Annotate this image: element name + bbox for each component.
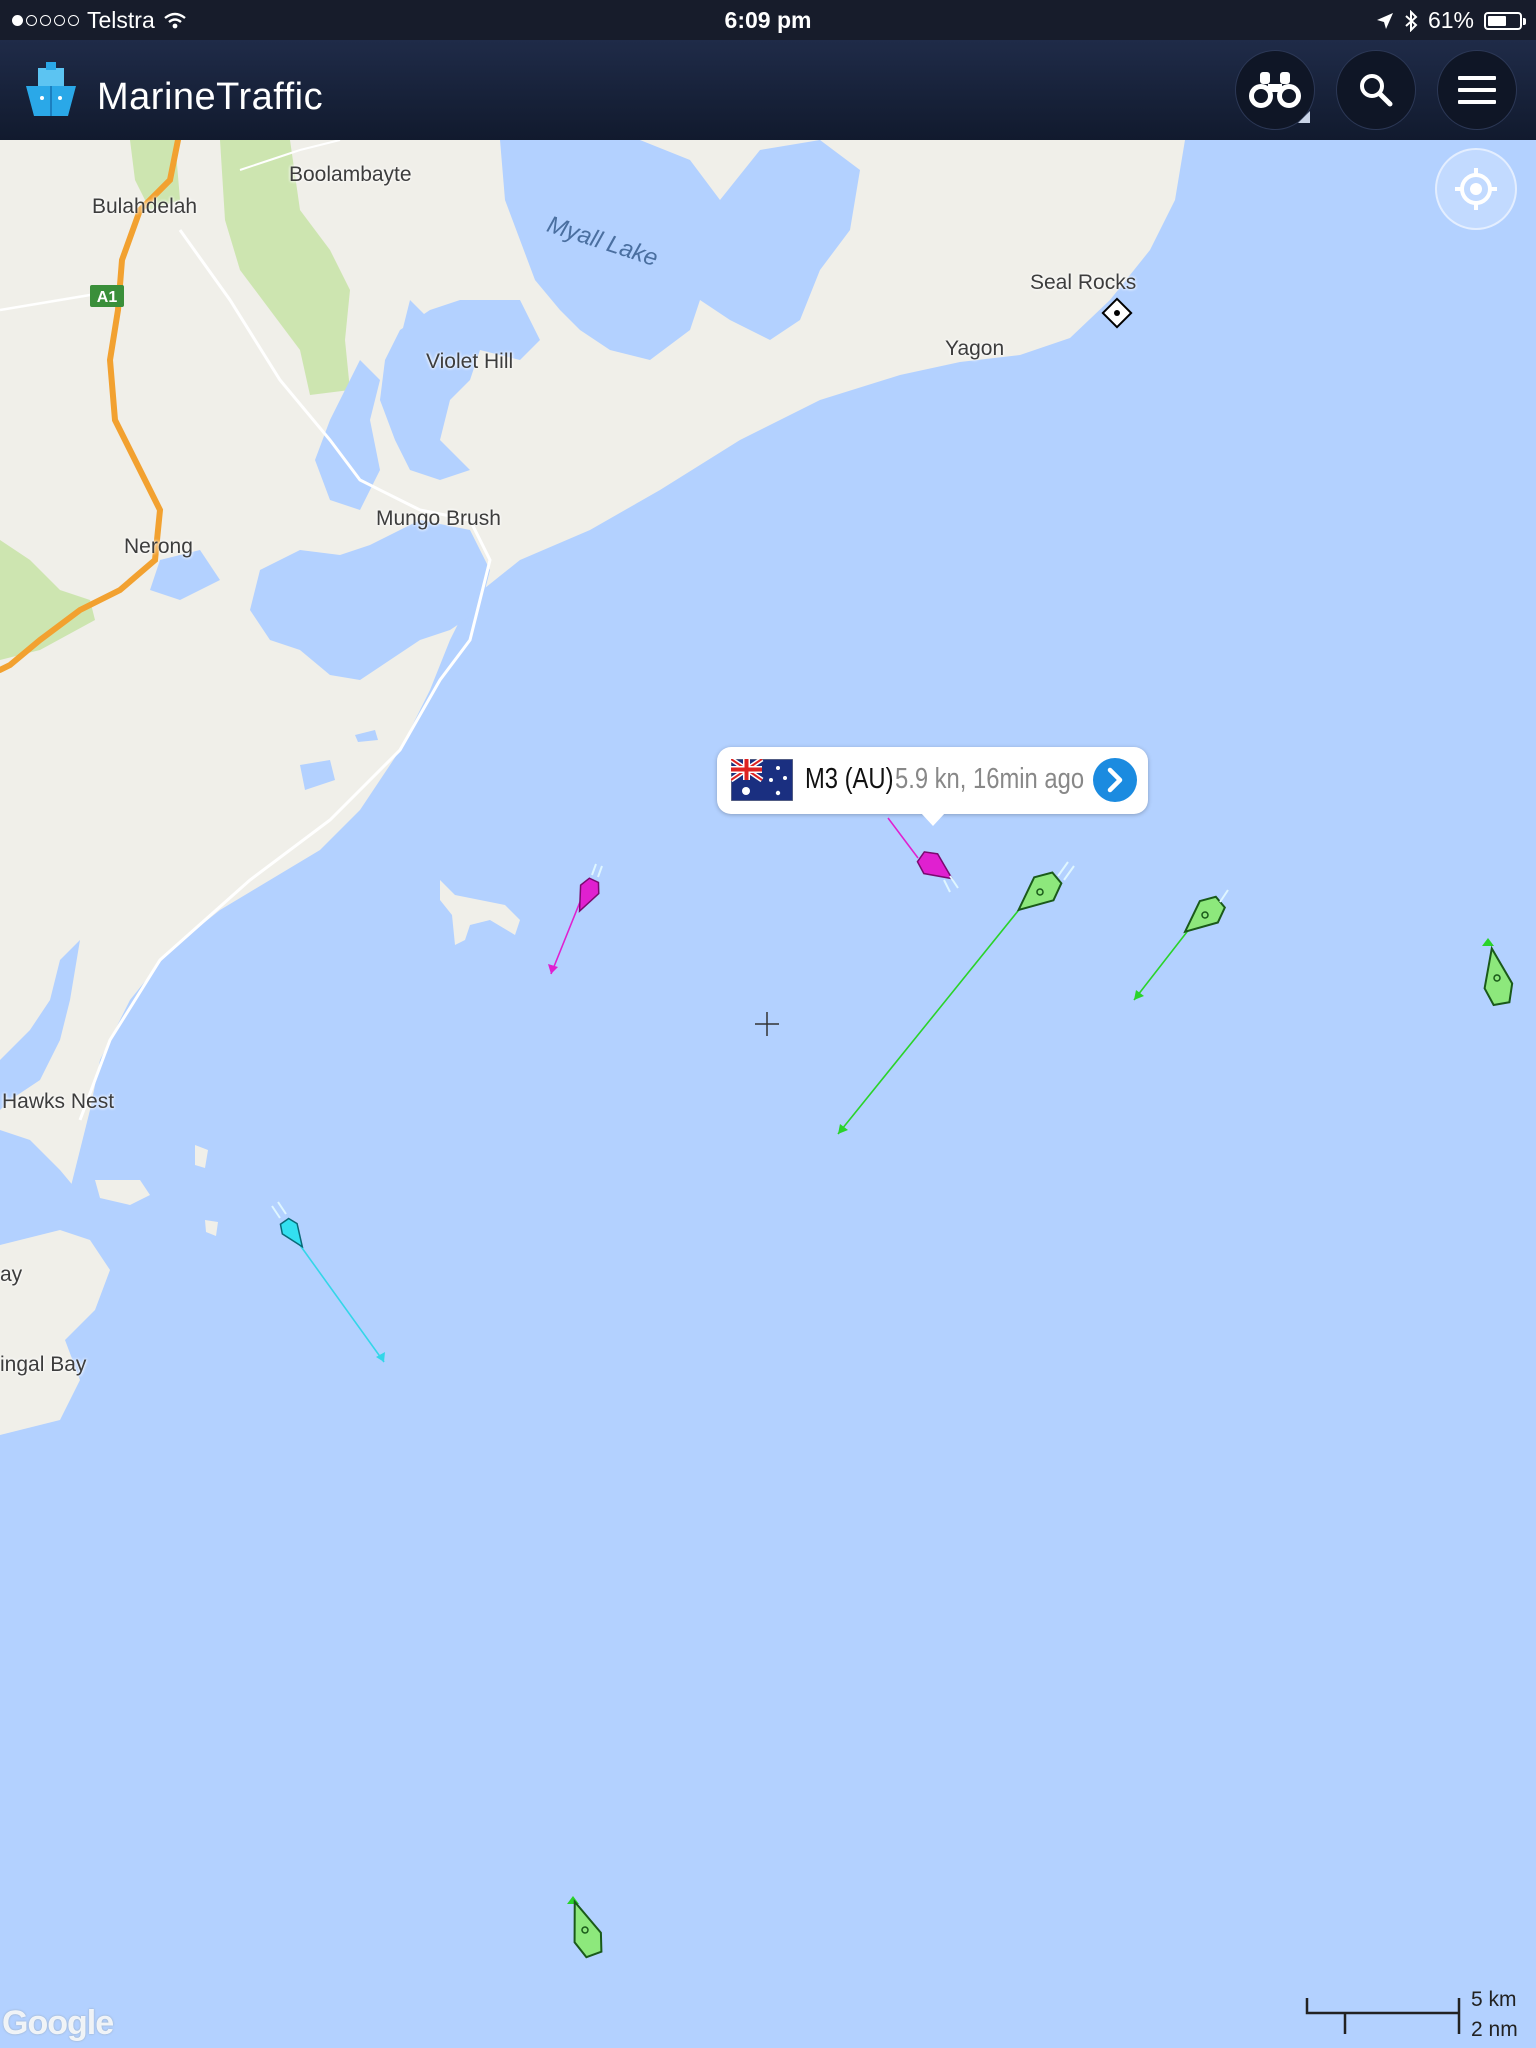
bluetooth-icon bbox=[1405, 9, 1418, 32]
vessel-wake bbox=[271, 1201, 287, 1219]
battery-icon bbox=[1484, 11, 1526, 30]
place-label-violet-hill: Violet Hill bbox=[426, 350, 514, 373]
locate-me-button[interactable] bbox=[1435, 148, 1517, 230]
binoculars-button[interactable] bbox=[1235, 50, 1315, 130]
corner-indicator-icon bbox=[1298, 111, 1310, 123]
map-view[interactable]: A1 Boolambayte Bulahdelah Myall Lake Sea… bbox=[0, 140, 1536, 2048]
island bbox=[195, 1145, 208, 1168]
location-arrow-icon bbox=[1376, 12, 1393, 29]
vessel-course-arrowhead bbox=[838, 1124, 848, 1134]
place-label-nerong: Nerong bbox=[124, 535, 193, 558]
vessel-course-line bbox=[1133, 927, 1191, 1001]
island bbox=[95, 1180, 150, 1205]
binoculars-icon bbox=[1249, 72, 1301, 108]
vessel-course-arrowhead bbox=[1134, 990, 1144, 1000]
lighthouse-marker-icon[interactable] bbox=[1101, 297, 1133, 329]
scale-label-nm: 2 nm bbox=[1471, 2018, 1518, 2041]
vessel-marker[interactable] bbox=[277, 1216, 310, 1252]
vessel-course-line bbox=[887, 817, 919, 859]
vessel-details-button[interactable] bbox=[1093, 758, 1137, 802]
road-shield-a1: A1 bbox=[90, 285, 124, 307]
island bbox=[440, 880, 520, 945]
vessel-course-line bbox=[296, 1240, 385, 1363]
chevron-right-icon bbox=[1107, 767, 1123, 793]
menu-button[interactable] bbox=[1437, 50, 1517, 130]
vessel-info-popup[interactable]: M3 (AU) 5.9 kn, 16min ago bbox=[717, 747, 1148, 826]
status-bar: Telstra 6:09 pm 61% bbox=[0, 0, 1536, 40]
vessel-course-line bbox=[550, 891, 585, 975]
place-label-boolambayte: Boolambayte bbox=[289, 163, 412, 186]
road-shield-label: A1 bbox=[97, 289, 118, 306]
vessel-course-arrowhead bbox=[548, 964, 558, 974]
marinetraffic-logo-icon bbox=[26, 62, 76, 116]
vessel-wake bbox=[1057, 861, 1075, 881]
place-label-seal-rocks: Seal Rocks bbox=[1030, 271, 1137, 294]
hamburger-menu-icon bbox=[1458, 76, 1496, 104]
place-label-hawks-nest: Hawks Nest bbox=[2, 1090, 115, 1113]
vessel-marker[interactable] bbox=[1478, 945, 1515, 1007]
place-label-yagon: Yagon bbox=[945, 337, 1005, 360]
vessel-course-line bbox=[837, 905, 1023, 1135]
place-label-bulahdelah: Bulahdelah bbox=[92, 195, 198, 218]
place-label-fingal-bay: ingal Bay bbox=[0, 1353, 87, 1376]
vessel-name: M3 (AU) bbox=[805, 763, 894, 795]
map-center-crosshair-icon bbox=[755, 1012, 779, 1036]
vessel-marker[interactable] bbox=[570, 876, 602, 915]
island bbox=[205, 1220, 218, 1236]
crosshair-location-icon bbox=[1455, 168, 1497, 210]
google-attribution-logo: Google bbox=[2, 2004, 114, 2042]
vessel-wake bbox=[591, 863, 603, 878]
app-header: MarineTraffic bbox=[0, 40, 1536, 140]
scale-bar bbox=[1305, 1998, 1461, 2034]
place-label-mungo-brush: Mungo Brush bbox=[376, 507, 501, 530]
search-button[interactable] bbox=[1336, 50, 1416, 130]
vessel-marker-selected[interactable] bbox=[914, 847, 959, 888]
vessel-wake bbox=[943, 875, 959, 893]
search-icon bbox=[1360, 74, 1393, 107]
vessel-speed-time: 5.9 kn, 16min ago bbox=[895, 763, 1085, 795]
app-title: MarineTraffic bbox=[97, 76, 324, 118]
place-label-partial-bay: ay bbox=[0, 1263, 23, 1286]
vessel-course-arrowhead bbox=[1482, 938, 1494, 946]
vessel-marker[interactable] bbox=[562, 1897, 607, 1959]
map-canvas[interactable]: A1 bbox=[0, 140, 1536, 2048]
battery-percent: 61% bbox=[1427, 7, 1474, 33]
vessel-course-arrowhead bbox=[567, 1896, 579, 1904]
vessel-wake bbox=[1219, 889, 1229, 903]
scale-label-km: 5 km bbox=[1471, 1988, 1517, 2011]
clock: 6:09 pm bbox=[724, 7, 812, 33]
australia-flag-icon bbox=[731, 759, 793, 801]
